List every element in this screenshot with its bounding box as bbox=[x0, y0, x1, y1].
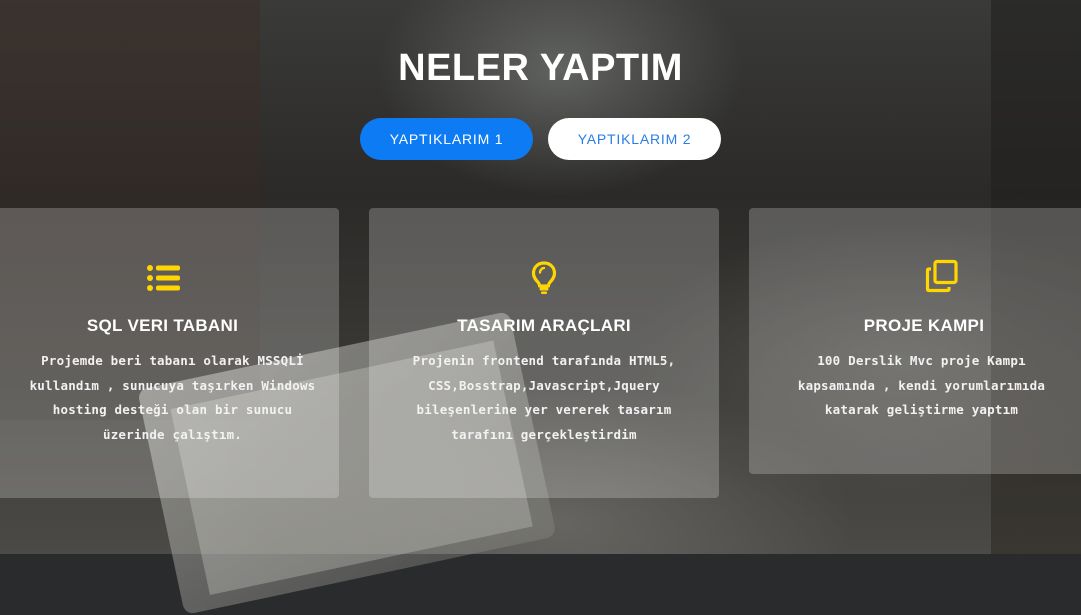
lightbulb-icon bbox=[526, 260, 562, 296]
card-text: Projemde beri tabanı olarak MSSQLİ kulla… bbox=[29, 353, 316, 442]
feature-card-sql: SQL VERI TABANI Projemde beri tabanı ola… bbox=[0, 208, 339, 498]
tab-yaptiklarim-2[interactable]: YAPTIKLARIM 2 bbox=[548, 118, 721, 160]
card-text: 100 Derslik Mvc proje Kampı kapsamında ,… bbox=[797, 353, 1046, 417]
list-icon bbox=[145, 260, 181, 296]
tab-bar: YAPTIKLARIM 1 YAPTIKLARIM 2 bbox=[0, 118, 1081, 160]
feature-card-project: PROJE KAMPI 100 Derslik Mvc proje Kampı … bbox=[749, 208, 1081, 474]
section-title: NELER YAPTIM bbox=[398, 47, 683, 90]
card-title: PROJE KAMPI bbox=[863, 316, 985, 335]
copy-icon bbox=[924, 258, 960, 294]
card-title: TASARIM ARAÇLARI bbox=[457, 316, 631, 335]
card-title: SQL VERI TABANI bbox=[86, 316, 239, 335]
card-text: Projenin frontend tarafında HTML5, CSS,B… bbox=[412, 353, 676, 442]
tab-yaptiklarim-1[interactable]: YAPTIKLARIM 1 bbox=[360, 118, 533, 160]
feature-card-design: TASARIM ARAÇLARI Projenin frontend taraf… bbox=[369, 208, 719, 498]
